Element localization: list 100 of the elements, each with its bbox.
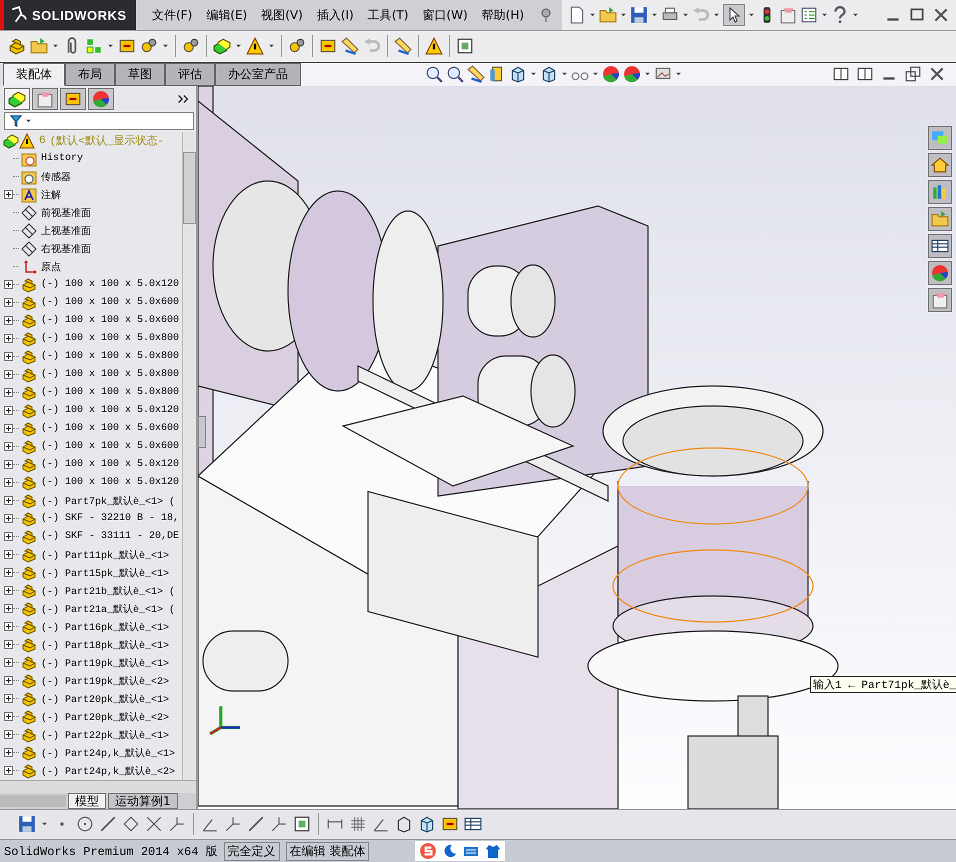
expand-plus-icon[interactable] — [4, 316, 12, 326]
tree-item-label[interactable]: (-) 100 x 100 x 5.0x800 — [41, 333, 180, 344]
tree-item-label[interactable]: (-) Part15pk_默认è_<1> — [41, 566, 170, 580]
command-tab[interactable]: 草图 — [115, 62, 165, 86]
expand-plus-icon[interactable] — [4, 388, 12, 398]
expand-plus-icon[interactable] — [4, 676, 12, 686]
tree-item-label[interactable]: (-) Part24p,k_默认è_<2> — [41, 764, 176, 778]
expand-plus-icon[interactable] — [4, 604, 12, 614]
moon-icon[interactable] — [443, 844, 458, 858]
expand-plus-icon[interactable] — [4, 334, 12, 344]
command-tab[interactable]: 办公室产品 — [215, 62, 301, 86]
expand-plus-icon[interactable] — [4, 640, 12, 650]
tree-item-label[interactable]: (-) 100 x 100 x 5.0x120 — [41, 459, 180, 470]
panel-collapse-handle[interactable] — [198, 416, 206, 448]
dropdown-caret-icon[interactable] — [620, 13, 628, 17]
save-icon[interactable] — [630, 6, 648, 24]
expand-plus-icon[interactable] — [4, 766, 12, 776]
dropdown-caret-icon[interactable] — [162, 44, 169, 48]
circle-icon[interactable] — [76, 815, 94, 834]
menu-item[interactable]: 插入(I) — [316, 6, 354, 24]
zoom-area-icon[interactable] — [446, 65, 464, 84]
dropdown-caret-icon[interactable] — [682, 13, 690, 17]
tree-item-label[interactable]: (-) SKF - 32210 B - 18, — [41, 513, 180, 524]
tree-item-label[interactable]: (-) Part19pk_默认è_<2> — [41, 674, 170, 688]
panel-tab[interactable] — [32, 88, 58, 110]
command-tab[interactable]: 评估 — [165, 62, 215, 86]
polygon-icon[interactable] — [122, 815, 140, 834]
expand-plus-icon[interactable] — [4, 694, 12, 704]
tree-item-label[interactable]: (-) Part7pk_默认è_<1> ( — [41, 494, 176, 508]
restore-icon[interactable] — [904, 65, 922, 84]
tree-item-label[interactable]: (-) Part18pk_默认è_<1> — [41, 638, 170, 652]
dropdown-caret-icon[interactable] — [589, 13, 596, 17]
expand-plus-icon[interactable] — [4, 748, 12, 758]
bottom-tab[interactable]: 运动算例1 — [108, 792, 178, 809]
expand-plus-icon[interactable] — [4, 586, 12, 596]
zoom-fit-icon[interactable] — [425, 65, 443, 84]
panel-tab[interactable] — [60, 88, 86, 110]
dropdown-caret-icon[interactable] — [644, 72, 651, 76]
assembly-icon[interactable] — [3, 132, 19, 149]
tree-item-label[interactable]: (-) SKF - 33111 - 20,DE — [41, 531, 180, 542]
dropdown-caret-icon[interactable] — [268, 44, 275, 48]
expand-plus-icon[interactable] — [4, 280, 12, 290]
dropdown-caret-icon[interactable] — [675, 72, 682, 76]
grid-icon[interactable] — [349, 815, 367, 834]
tree-item-label[interactable]: (-) Part16pk_默认è_<1> — [41, 620, 170, 634]
frame-icon[interactable] — [456, 37, 474, 56]
tree-item-label[interactable]: (-) 100 x 100 x 5.0x600 — [41, 423, 180, 434]
dropdown-caret-icon[interactable] — [651, 13, 658, 17]
dropdown-caret-icon[interactable] — [530, 72, 537, 76]
menu-item[interactable]: 工具(T) — [368, 6, 408, 24]
expand-plus-icon[interactable] — [4, 622, 12, 632]
expand-plus-icon[interactable] — [4, 442, 12, 452]
expand-plus-icon[interactable] — [4, 190, 12, 200]
trim-icon[interactable] — [145, 815, 163, 834]
menu-item[interactable]: 窗口(W) — [422, 6, 468, 24]
tree-item-label[interactable]: 右视基准面 — [41, 242, 91, 256]
graphics-viewport[interactable]: 输入1 ← Part71pk_默认è_ — [198, 86, 956, 809]
task-pane-button[interactable] — [928, 234, 952, 258]
tree-item-label[interactable]: (-) Part21b_默认è_<1> ( — [41, 584, 176, 598]
expand-plus-icon[interactable] — [4, 496, 12, 506]
ruler-icon[interactable] — [394, 37, 412, 56]
dropdown-caret-icon[interactable] — [107, 44, 114, 48]
checklist-icon[interactable] — [800, 6, 818, 24]
expand-plus-icon[interactable] — [4, 658, 12, 668]
tree-item-label[interactable]: (-) Part24p,k_默认è_<1> — [41, 746, 176, 760]
dropdown-caret-icon[interactable] — [748, 13, 756, 17]
horizontal-scrollbar[interactable] — [0, 780, 196, 793]
menu-item[interactable]: 编辑(E) — [206, 6, 248, 24]
expand-plus-icon[interactable] — [4, 730, 12, 740]
dropdown-caret-icon[interactable] — [592, 72, 599, 76]
tree-item-label[interactable]: (-) 100 x 100 x 5.0x120 — [41, 477, 180, 488]
tree-item-label[interactable]: (-) Part19pk_默认è_<1> — [41, 656, 170, 670]
expand-plus-icon[interactable] — [4, 712, 12, 722]
command-tab[interactable]: 装配体 — [3, 62, 65, 86]
expand-plus-icon[interactable] — [4, 352, 12, 362]
bottom-tab[interactable]: 模型 — [68, 792, 106, 809]
extend-icon[interactable] — [168, 815, 186, 834]
tree-item-label[interactable]: 前视基准面 — [41, 206, 91, 220]
dropdown-caret-icon[interactable] — [821, 13, 828, 17]
expand-plus-icon[interactable] — [4, 514, 12, 524]
shirt-icon[interactable] — [485, 843, 502, 860]
wireframe-cube-icon[interactable] — [395, 815, 413, 834]
expand-plus-icon[interactable] — [4, 370, 12, 380]
expand-plus-icon[interactable] — [4, 406, 12, 416]
vertical-scrollbar[interactable] — [182, 132, 196, 780]
dropdown-caret-icon[interactable] — [52, 44, 59, 48]
close-icon[interactable] — [928, 65, 946, 84]
dropdown-caret-icon[interactable] — [852, 13, 860, 17]
expand-plus-icon[interactable] — [4, 298, 12, 308]
command-tab[interactable]: 布局 — [65, 62, 115, 86]
tree-item-label[interactable]: (-) Part21a_默认è_<1> ( — [41, 602, 176, 616]
tree-item-label[interactable]: 原点 — [41, 260, 61, 274]
color-ball-icon[interactable] — [602, 65, 620, 84]
tree-item-label[interactable]: (-) 100 x 100 x 5.0x120 — [41, 405, 180, 416]
tree-item-label[interactable]: 上视基准面 — [41, 224, 91, 238]
menu-item[interactable]: 帮助(H) — [482, 6, 524, 24]
expand-plus-icon[interactable] — [4, 478, 12, 488]
tree-item-label[interactable]: (-) 100 x 100 x 5.0x800 — [41, 387, 180, 398]
task-pane-button[interactable] — [928, 152, 952, 177]
menu-item[interactable]: 视图(V) — [261, 6, 303, 24]
